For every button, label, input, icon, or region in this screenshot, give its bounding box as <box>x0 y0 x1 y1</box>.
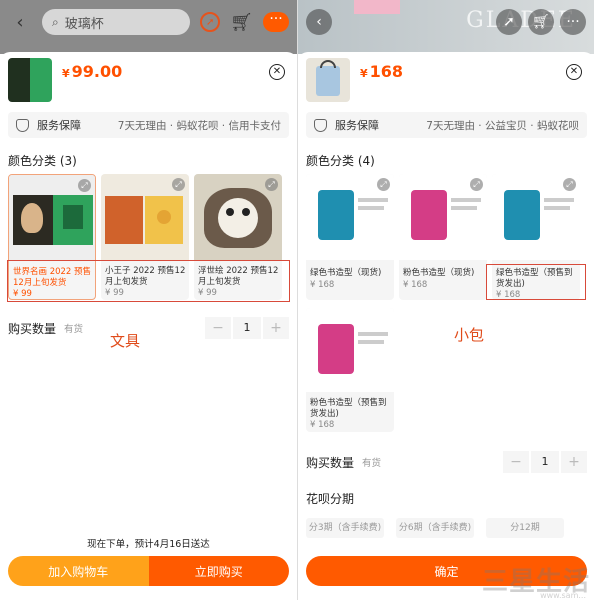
cart-icon[interactable]: 🛒︎ <box>528 9 554 35</box>
delivery-estimate: 现在下单，预计4月16日送达 <box>87 539 210 550</box>
annotation-label: 小包 <box>454 326 485 344</box>
sku-sheet: ¥99.00 ✕ 服务保障 7天无理由 · 蚂蚁花呗 · 信用卡支付 颜色分类 … <box>0 52 297 600</box>
top-icons: ➚ 🛒︎ ··· <box>496 9 586 35</box>
highlight-box <box>486 264 586 300</box>
cart-icon[interactable]: 🛒︎ <box>230 12 253 33</box>
minus-button[interactable]: − <box>205 317 231 339</box>
product-thumbnail[interactable] <box>306 58 350 102</box>
top-bar: ‹ ⌕ 玻璃杯 ➚ 🛒︎ ··· <box>0 0 297 44</box>
installment-option[interactable]: 分12期 <box>486 518 564 538</box>
color-category-title: 颜色分类 (3) <box>8 154 77 168</box>
option-image <box>306 308 394 392</box>
more-icon[interactable]: ··· <box>263 12 289 32</box>
highlight-box <box>7 260 290 302</box>
quantity-value[interactable]: 1 <box>233 317 261 339</box>
action-buttons: 加入购物车 立即购买 <box>8 556 289 586</box>
close-icon[interactable]: ✕ <box>269 64 285 80</box>
service-guarantee[interactable]: 服务保障 7天无理由 · 公益宝贝 · 蚂蚁花呗 <box>306 112 587 138</box>
close-icon[interactable]: ✕ <box>566 64 582 80</box>
quantity-stepper[interactable]: − 1 + <box>503 451 587 473</box>
quantity-row: 购买数量 有货 − 1 + <box>306 450 587 474</box>
installment-title: 花呗分期 <box>306 492 355 506</box>
annotation-label: 文具 <box>110 332 141 350</box>
more-icon[interactable]: ··· <box>560 9 586 35</box>
back-icon[interactable]: ‹ <box>8 12 32 33</box>
quantity-row: 购买数量 有货 − 1 + <box>8 316 289 340</box>
zoom-icon[interactable]: ⤢ <box>172 178 185 191</box>
back-icon[interactable]: ‹ <box>306 9 332 35</box>
search-icon: ⌕ <box>52 14 59 29</box>
service-guarantee[interactable]: 服务保障 7天无理由 · 蚂蚁花呗 · 信用卡支付 <box>8 112 289 138</box>
color-category-title: 颜色分类 (4) <box>306 154 375 168</box>
product-thumbnail[interactable] <box>8 58 52 102</box>
minus-button[interactable]: − <box>503 451 529 473</box>
buy-now-button[interactable]: 立即购买 <box>148 556 289 586</box>
zoom-icon[interactable]: ⤢ <box>78 179 91 192</box>
installment-option[interactable]: 分3期（含手续费) <box>306 518 384 538</box>
plus-button[interactable]: + <box>561 451 587 473</box>
zoom-icon[interactable]: ⤢ <box>470 178 483 191</box>
search-text: 玻璃杯 <box>64 16 104 32</box>
zoom-icon[interactable]: ⤢ <box>563 178 576 191</box>
shield-icon <box>314 118 327 132</box>
quantity-stepper[interactable]: − 1 + <box>205 317 289 339</box>
zoom-icon[interactable]: ⤢ <box>265 178 278 191</box>
price: ¥99.00 <box>62 62 123 81</box>
search-input[interactable]: ⌕ 玻璃杯 <box>42 9 191 35</box>
compass-icon[interactable]: ➚ <box>200 12 221 32</box>
add-to-cart-button[interactable]: 加入购物车 <box>8 556 149 586</box>
option-card[interactable]: ⤢ 绿色书造型（现货) ¥ 168 <box>306 174 394 300</box>
option-card[interactable]: 粉色书造型（预售到货发出) ¥ 168 <box>306 308 394 432</box>
price: ¥168 <box>360 62 404 81</box>
installment-option[interactable]: 分6期（含手续费) <box>396 518 474 538</box>
shield-icon <box>16 118 29 132</box>
right-panel: GLADEE ‹ ➚ 🛒︎ ··· ¥168 ✕ 服务保障 7天无理由 · 公益… <box>297 0 594 600</box>
quantity-value[interactable]: 1 <box>531 451 559 473</box>
zoom-icon[interactable]: ⤢ <box>377 178 390 191</box>
plus-button[interactable]: + <box>263 317 289 339</box>
compass-icon[interactable]: ➚ <box>496 9 522 35</box>
left-panel: ‹ ⌕ 玻璃杯 ➚ 🛒︎ ··· ¥99.00 ✕ 服务保障 7天无理由 · 蚂… <box>0 0 297 600</box>
option-card[interactable]: ⤢ 粉色书造型（现货) ¥ 168 <box>399 174 487 300</box>
watermark-url: www.sam... <box>540 591 586 600</box>
installment-options: 分3期（含手续费) 分6期（含手续费) 分12期 <box>306 518 594 538</box>
